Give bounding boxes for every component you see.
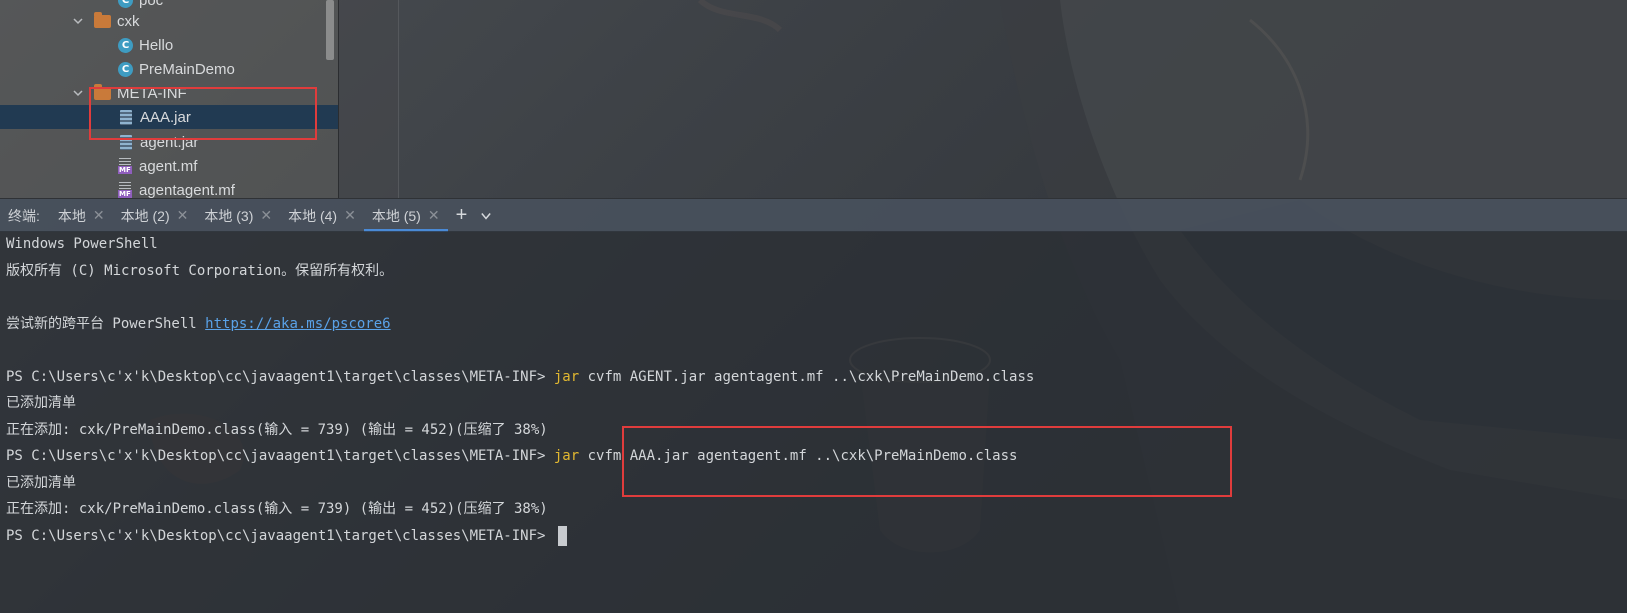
java-class-icon: C xyxy=(118,61,133,77)
close-icon[interactable]: ✕ xyxy=(93,207,105,224)
terminal-prompt-line[interactable]: PS C:\Users\c'x'k\Desktop\cc\javaagent1\… xyxy=(6,526,567,546)
tree-scrollbar[interactable] xyxy=(326,0,334,60)
tab-local-4[interactable]: 本地 (4) ✕ xyxy=(280,199,364,232)
close-icon[interactable]: ✕ xyxy=(260,207,272,224)
terminal-line: 正在添加: cxk/PreMainDemo.class(输入 = 739) (输… xyxy=(6,422,548,438)
editor-gutter xyxy=(338,0,399,198)
tab-local-2[interactable]: 本地 (2) ✕ xyxy=(113,199,197,232)
chevron-down-icon[interactable] xyxy=(72,15,84,27)
close-icon[interactable]: ✕ xyxy=(428,207,440,224)
terminal-command-line: PS C:\Users\c'x'k\Desktop\cc\javaagent1\… xyxy=(6,369,1035,385)
java-class-icon: C xyxy=(118,0,133,8)
terminal-tab-bar: 终端: 本地 ✕ 本地 (2) ✕ 本地 (3) ✕ 本地 (4) ✕ 本地 (… xyxy=(0,198,1627,232)
close-icon[interactable]: ✕ xyxy=(344,207,356,224)
new-tab-button[interactable]: + xyxy=(456,204,468,227)
highlight-box-aaa-jar xyxy=(89,87,317,140)
editor-gutter-divider xyxy=(398,0,399,198)
close-icon[interactable]: ✕ xyxy=(177,207,189,224)
text-cursor xyxy=(557,526,567,546)
folder-icon xyxy=(94,11,111,28)
manifest-file-icon: MF xyxy=(118,158,133,174)
tree-item-cxk[interactable]: cxk xyxy=(0,9,338,33)
tree-item-agentagent-mf[interactable]: MF agentagent.mf xyxy=(0,178,338,198)
terminal-line: Windows PowerShell xyxy=(6,236,158,252)
terminal-line: 正在添加: cxk/PreMainDemo.class(输入 = 739) (输… xyxy=(6,501,548,517)
chevron-down-icon[interactable] xyxy=(72,87,84,99)
terminal-line: 版权所有 (C) Microsoft Corporation。保留所有权利。 xyxy=(6,263,394,279)
tab-local-3[interactable]: 本地 (3) ✕ xyxy=(196,199,280,232)
tree-item-premaindemo[interactable]: C PreMainDemo xyxy=(0,57,338,81)
java-class-icon: C xyxy=(118,37,133,53)
tree-item-agent-mf[interactable]: MF agent.mf xyxy=(0,154,338,178)
pscore6-link[interactable]: https://aka.ms/pscore6 xyxy=(205,316,390,332)
manifest-file-icon: MF xyxy=(118,182,133,198)
tab-local-1[interactable]: 本地 ✕ xyxy=(50,199,113,232)
tab-local-5[interactable]: 本地 (5) ✕ xyxy=(363,199,448,232)
terminal-line: 已添加清单 xyxy=(6,395,76,411)
tree-item-hello[interactable]: C Hello xyxy=(0,33,338,57)
terminal-label: 终端: xyxy=(8,207,40,224)
terminal-line: 已添加清单 xyxy=(6,475,76,491)
terminal-line: 尝试新的跨平台 PowerShell https://aka.ms/pscore… xyxy=(6,316,391,332)
terminal-output[interactable]: Windows PowerShell 版权所有 (C) Microsoft Co… xyxy=(0,231,1627,613)
highlight-box-command xyxy=(622,426,1232,497)
chevron-down-icon[interactable] xyxy=(481,211,491,221)
